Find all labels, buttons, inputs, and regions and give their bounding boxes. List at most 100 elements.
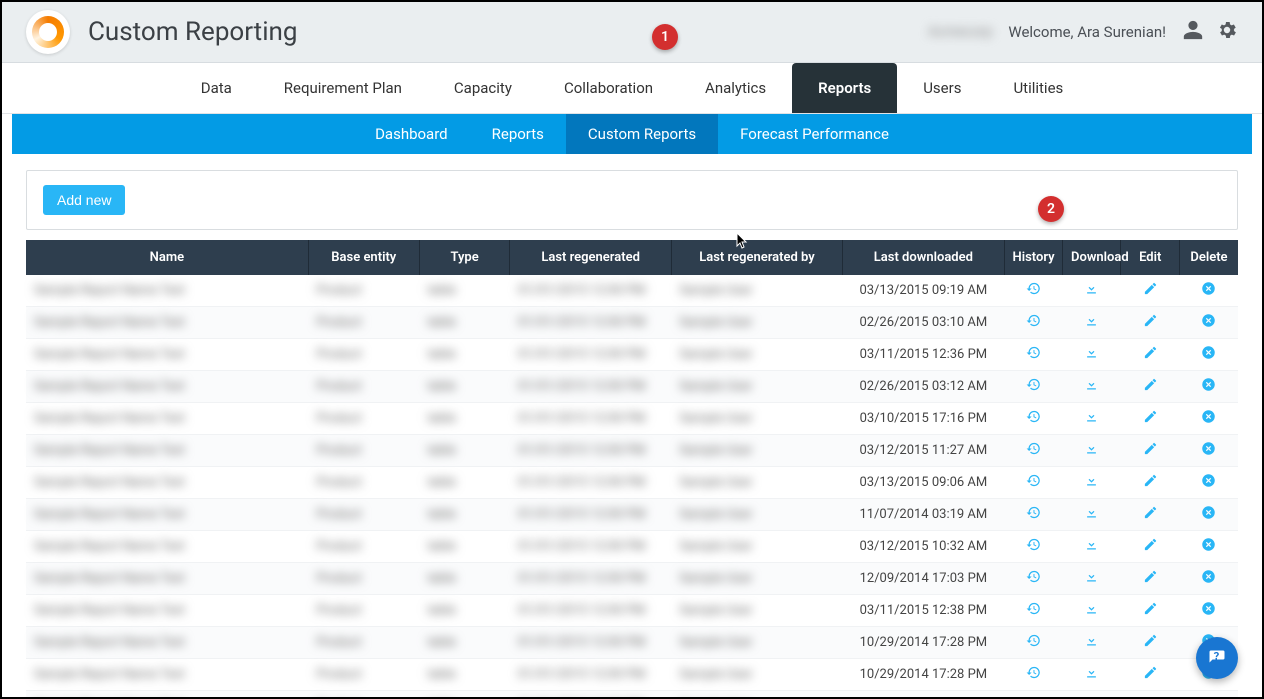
edit-icon[interactable]	[1143, 569, 1158, 584]
col-name[interactable]: Name	[26, 240, 308, 275]
history-icon[interactable]	[1026, 505, 1041, 520]
cell-base-entity: Product	[308, 595, 419, 627]
nav-capacity[interactable]: Capacity	[428, 63, 538, 113]
cell-name: Sample Report Name Text	[26, 627, 308, 659]
cell-last-regenerated: 01/01/2015 12:00 PM	[510, 467, 671, 499]
subnav-dashboard[interactable]: Dashboard	[353, 114, 470, 154]
download-icon[interactable]	[1084, 633, 1099, 648]
nav-analytics[interactable]: Analytics	[679, 63, 792, 113]
nav-reports[interactable]: Reports	[792, 63, 897, 113]
download-icon[interactable]	[1084, 569, 1099, 584]
edit-icon[interactable]	[1143, 441, 1158, 456]
cell-last-regenerated-by: Sample User	[671, 595, 842, 627]
edit-icon[interactable]	[1143, 313, 1158, 328]
download-icon[interactable]	[1084, 601, 1099, 616]
history-icon[interactable]	[1026, 345, 1041, 360]
reports-table: Name Base entity Type Last regenerated L…	[26, 240, 1238, 699]
edit-icon[interactable]	[1143, 633, 1158, 648]
edit-icon[interactable]	[1143, 601, 1158, 616]
nav-data[interactable]: Data	[175, 63, 258, 113]
cell-type: table	[419, 627, 510, 659]
history-icon[interactable]	[1026, 473, 1041, 488]
cell-last-downloaded: 12/01/2014 18:02 PM	[843, 691, 1004, 699]
subnav-custom-reports[interactable]: Custom Reports	[566, 114, 718, 154]
cell-last-regenerated: 01/01/2015 12:00 PM	[510, 595, 671, 627]
delete-icon[interactable]	[1201, 537, 1216, 552]
nav-users[interactable]: Users	[897, 63, 987, 113]
col-edit[interactable]: Edit	[1121, 240, 1179, 275]
cell-type: table	[419, 691, 510, 699]
delete-icon[interactable]	[1201, 281, 1216, 296]
col-last-regenerated[interactable]: Last regenerated	[510, 240, 671, 275]
col-delete[interactable]: Delete	[1179, 240, 1238, 275]
cell-last-downloaded: 10/29/2014 17:28 PM	[843, 659, 1004, 691]
cell-base-entity: Product	[308, 691, 419, 699]
download-icon[interactable]	[1084, 409, 1099, 424]
nav-requirement-plan[interactable]: Requirement Plan	[258, 63, 428, 113]
page-title: Custom Reporting	[88, 17, 297, 47]
download-icon[interactable]	[1084, 281, 1099, 296]
edit-icon[interactable]	[1143, 665, 1158, 680]
edit-icon[interactable]	[1143, 537, 1158, 552]
delete-icon[interactable]	[1201, 601, 1216, 616]
edit-icon[interactable]	[1143, 345, 1158, 360]
delete-icon[interactable]	[1201, 313, 1216, 328]
download-icon[interactable]	[1084, 441, 1099, 456]
edit-icon[interactable]	[1143, 409, 1158, 424]
gear-icon[interactable]	[1216, 19, 1238, 45]
col-base-entity[interactable]: Base entity	[308, 240, 419, 275]
subnav-forecast-performance[interactable]: Forecast Performance	[718, 114, 911, 154]
edit-icon[interactable]	[1143, 473, 1158, 488]
cell-name: Sample Report Name Text	[26, 371, 308, 403]
delete-icon[interactable]	[1201, 345, 1216, 360]
history-icon[interactable]	[1026, 281, 1041, 296]
user-icon[interactable]	[1182, 19, 1204, 45]
edit-icon[interactable]	[1143, 281, 1158, 296]
edit-icon[interactable]	[1143, 505, 1158, 520]
col-history[interactable]: History	[1004, 240, 1062, 275]
cell-type: table	[419, 403, 510, 435]
delete-icon[interactable]	[1201, 441, 1216, 456]
cell-last-regenerated: 01/01/2015 12:00 PM	[510, 563, 671, 595]
delete-icon[interactable]	[1201, 409, 1216, 424]
history-icon[interactable]	[1026, 601, 1041, 616]
history-icon[interactable]	[1026, 537, 1041, 552]
col-last-regenerated-by[interactable]: Last regenerated by	[671, 240, 842, 275]
col-download[interactable]: Download	[1063, 240, 1121, 275]
cell-last-downloaded: 11/07/2014 03:19 AM	[843, 499, 1004, 531]
delete-icon[interactable]	[1201, 473, 1216, 488]
cell-name: Sample Report Name Text	[26, 531, 308, 563]
col-type[interactable]: Type	[419, 240, 510, 275]
cell-last-regenerated-by: Sample User	[671, 499, 842, 531]
history-icon[interactable]	[1026, 441, 1041, 456]
delete-icon[interactable]	[1201, 505, 1216, 520]
download-icon[interactable]	[1084, 473, 1099, 488]
delete-icon[interactable]	[1201, 377, 1216, 392]
download-icon[interactable]	[1084, 505, 1099, 520]
subnav-reports[interactable]: Reports	[470, 114, 566, 154]
history-icon[interactable]	[1026, 409, 1041, 424]
history-icon[interactable]	[1026, 313, 1041, 328]
cell-last-regenerated: 01/01/2015 12:00 PM	[510, 307, 671, 339]
download-icon[interactable]	[1084, 665, 1099, 680]
edit-icon[interactable]	[1143, 377, 1158, 392]
cell-name: Sample Report Name Text	[26, 659, 308, 691]
history-icon[interactable]	[1026, 665, 1041, 680]
cell-last-regenerated-by: Sample User	[671, 371, 842, 403]
download-icon[interactable]	[1084, 537, 1099, 552]
delete-icon[interactable]	[1201, 569, 1216, 584]
table-row: Sample Report Name TextProducttable01/01…	[26, 659, 1238, 691]
download-icon[interactable]	[1084, 313, 1099, 328]
nav-utilities[interactable]: Utilities	[987, 63, 1089, 113]
app-logo	[26, 10, 70, 54]
help-button[interactable]	[1196, 637, 1238, 679]
cell-last-regenerated-by: Sample User	[671, 659, 842, 691]
download-icon[interactable]	[1084, 345, 1099, 360]
add-new-button[interactable]: Add new	[43, 185, 125, 215]
history-icon[interactable]	[1026, 633, 1041, 648]
download-icon[interactable]	[1084, 377, 1099, 392]
nav-collaboration[interactable]: Collaboration	[538, 63, 679, 113]
history-icon[interactable]	[1026, 377, 1041, 392]
col-last-downloaded[interactable]: Last downloaded	[843, 240, 1004, 275]
history-icon[interactable]	[1026, 569, 1041, 584]
